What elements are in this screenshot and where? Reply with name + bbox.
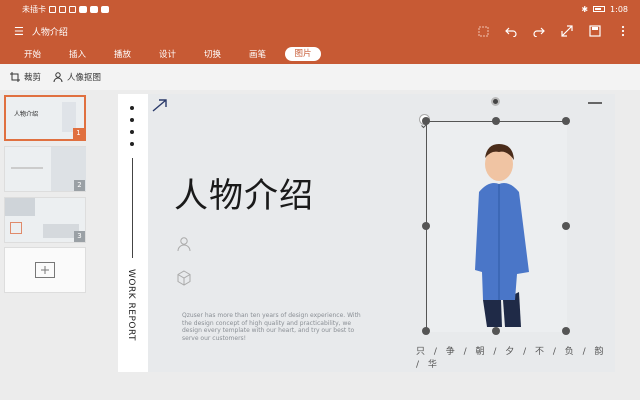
resize-handle-top[interactable] bbox=[492, 117, 500, 125]
app-notification-icon bbox=[79, 5, 87, 13]
tab-picture[interactable]: 图片 bbox=[285, 47, 321, 61]
slide-thumbnail-2[interactable]: 2 bbox=[4, 146, 86, 192]
slide-canvas[interactable]: WORK REPORT 人物介绍 Qzuser has more than te… bbox=[118, 94, 615, 372]
bullet-dot bbox=[130, 118, 134, 122]
resize-handle-bottom-right[interactable] bbox=[562, 327, 570, 335]
person-icon bbox=[53, 72, 63, 82]
mail-notification-icon bbox=[90, 5, 98, 13]
crop-label: 裁剪 bbox=[24, 73, 42, 83]
resize-handle-right[interactable] bbox=[562, 222, 570, 230]
tab-transition[interactable]: 切换 bbox=[190, 48, 235, 60]
sim-icon bbox=[49, 5, 56, 13]
tab-design[interactable]: 设计 bbox=[145, 48, 190, 60]
tab-play[interactable]: 播放 bbox=[100, 48, 145, 60]
ribbon-tabs: 开始 插入 播放 设计 切换 画笔 图片 bbox=[0, 44, 640, 64]
title-toolbar bbox=[476, 24, 630, 38]
picture-toolbar: 裁剪 人像抠图 bbox=[0, 64, 640, 90]
slide-thumbnail-1[interactable]: 人物介绍 1 bbox=[4, 95, 86, 141]
resize-handle-left[interactable] bbox=[422, 222, 430, 230]
carrier-text: 未插卡 bbox=[22, 4, 46, 14]
thumb-image bbox=[5, 198, 35, 216]
menu-icon[interactable]: ☰ bbox=[14, 25, 24, 38]
thumb-text-line bbox=[11, 167, 43, 169]
thumb-number: 3 bbox=[74, 231, 85, 242]
undo-icon[interactable] bbox=[504, 24, 518, 38]
rotate-handle[interactable] bbox=[491, 97, 500, 106]
resize-handle-top-left[interactable] bbox=[422, 117, 430, 125]
portrait-cutout-button[interactable]: 人像抠图 bbox=[53, 71, 101, 83]
bullet-dot bbox=[130, 106, 134, 110]
thumb-number: 2 bbox=[74, 180, 85, 191]
vpn-icon bbox=[69, 5, 76, 13]
slide-left-strip: WORK REPORT bbox=[118, 94, 148, 372]
resize-handle-bottom[interactable] bbox=[492, 327, 500, 335]
crop-button[interactable]: 裁剪 bbox=[10, 71, 41, 83]
work-report-text: WORK REPORT bbox=[126, 269, 136, 342]
crop-icon bbox=[10, 72, 20, 82]
window-icon[interactable] bbox=[476, 24, 490, 38]
document-title: 人物介绍 bbox=[31, 27, 68, 38]
save-icon[interactable] bbox=[588, 24, 602, 38]
bullet-dot bbox=[130, 142, 134, 146]
add-slide-button[interactable] bbox=[4, 247, 86, 293]
status-bar: 未插卡 ✱ 1:08 bbox=[0, 0, 640, 18]
portrait-cutout-label: 人像抠图 bbox=[67, 73, 102, 83]
plus-icon bbox=[35, 262, 55, 278]
status-left: 未插卡 bbox=[22, 4, 109, 15]
shield-icon bbox=[101, 5, 109, 13]
arrow-icon bbox=[152, 99, 167, 112]
bullet-dot bbox=[130, 130, 134, 134]
status-right: ✱ 1:08 bbox=[581, 5, 628, 14]
cube-icon bbox=[177, 270, 191, 286]
resize-handle-bottom-left[interactable] bbox=[422, 327, 430, 335]
vertical-divider bbox=[132, 158, 133, 258]
bluetooth-icon: ✱ bbox=[581, 4, 589, 14]
thumb-number: 1 bbox=[73, 128, 84, 139]
slide-footer-text[interactable]: 只 / 争 / 朝 / 夕 / 不 / 负 / 韵 / 华 bbox=[416, 344, 615, 370]
tab-insert[interactable]: 插入 bbox=[55, 48, 100, 60]
wifi-icon bbox=[59, 5, 66, 13]
selected-picture[interactable] bbox=[426, 121, 567, 332]
expand-icon[interactable] bbox=[560, 24, 574, 38]
slide-thumbnail-3[interactable]: 3 bbox=[4, 197, 86, 243]
more-icon[interactable] bbox=[616, 24, 630, 38]
user-icon bbox=[177, 237, 191, 252]
clock-text: 1:08 bbox=[610, 4, 628, 14]
thumb-title: 人物介绍 bbox=[14, 111, 39, 118]
slide-description[interactable]: Qzuser has more than ten years of design… bbox=[182, 312, 372, 342]
battery-icon bbox=[593, 6, 606, 12]
slide-thumbnails: 人物介绍 1 2 3 bbox=[0, 90, 96, 400]
tab-home[interactable]: 开始 bbox=[10, 48, 55, 60]
tab-pen[interactable]: 画笔 bbox=[235, 48, 280, 60]
thumb-shape bbox=[10, 222, 22, 234]
resize-handle-top-right[interactable] bbox=[562, 117, 570, 125]
title-bar: ☰ 人物介绍 bbox=[0, 18, 640, 44]
redo-icon[interactable] bbox=[532, 24, 546, 38]
slide-title[interactable]: 人物介绍 bbox=[174, 168, 314, 217]
boy-photo bbox=[427, 122, 567, 332]
decor-dash bbox=[588, 102, 602, 104]
